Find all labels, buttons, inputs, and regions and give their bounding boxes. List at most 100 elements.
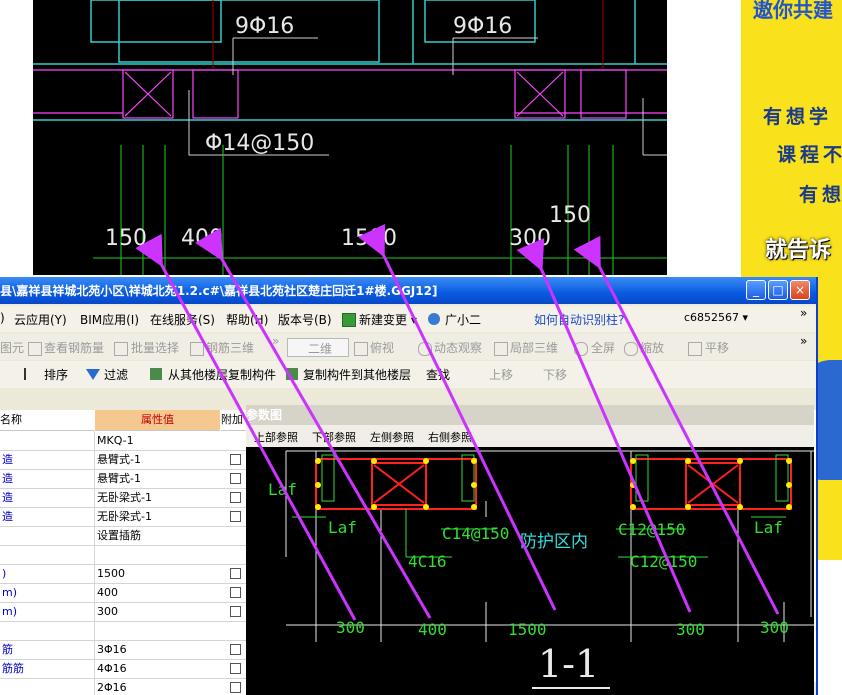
tab-left-reference[interactable]: 左侧参照 (370, 429, 414, 445)
property-row[interactable]: 筋 3Φ16 (0, 640, 247, 660)
property-row[interactable] (0, 621, 247, 641)
menu-item-guangxiaoer[interactable]: 广小二 (445, 311, 481, 328)
property-row[interactable]: 2Φ16 (0, 678, 247, 695)
menu-item-bim[interactable]: BIM应用(I) (80, 311, 139, 328)
tool-element[interactable]: 图元 (0, 339, 24, 356)
property-value[interactable]: 设置插筋 (97, 526, 219, 545)
guangxiaoer-icon (428, 313, 440, 325)
local-3d-icon (494, 342, 508, 356)
menu-item-online[interactable]: 在线服务(S) (150, 311, 215, 328)
column-divider (94, 583, 95, 602)
cad-drawing-area[interactable]: 9Φ16 9Φ16 Φ14@150 150 400 1500 300 150 (33, 0, 667, 275)
new-change-icon (342, 313, 356, 327)
property-value[interactable]: 400 (97, 583, 219, 602)
property-row[interactable]: m) 400 (0, 583, 247, 603)
toolbar1-overflow[interactable]: » (800, 334, 807, 348)
sort-icon (24, 368, 40, 380)
menu-item-new-change[interactable]: 新建变更 ▾ (359, 311, 417, 328)
property-value[interactable]: 2Φ16 (97, 678, 219, 695)
tool-view-rebar[interactable]: 查看钢筋量 (44, 339, 104, 356)
rebar-3d-icon (190, 342, 204, 356)
tool-filter[interactable]: 过滤 (104, 366, 128, 383)
property-row[interactable]: 造 无卧梁式-1 (0, 488, 247, 508)
property-value[interactable]: MKQ-1 (97, 431, 219, 450)
property-value[interactable]: 300 (97, 602, 219, 621)
tool-move-down[interactable]: 下移 (543, 366, 567, 383)
property-row[interactable] (0, 545, 247, 565)
property-row[interactable]: 设置插筋 (0, 526, 247, 546)
tool-local-3d[interactable]: 局部三维 (510, 339, 558, 356)
extra-checkbox[interactable] (230, 454, 241, 465)
property-row[interactable]: 造 悬臂式-1 (0, 450, 247, 470)
extra-checkbox[interactable] (230, 587, 241, 598)
tool-rebar-3d[interactable]: 钢筋三维 (206, 339, 254, 356)
tab-right-reference[interactable]: 右侧参照 (428, 429, 472, 445)
property-value[interactable]: 悬臂式-1 (97, 450, 219, 469)
property-row[interactable]: 造 无卧梁式-1 (0, 507, 247, 527)
label-laf-left: Laf (268, 480, 297, 499)
dim-300-right: 300 (760, 618, 789, 637)
tool-top-view[interactable]: 俯视 (370, 339, 394, 356)
tab-lower-reference[interactable]: 下部参照 (312, 429, 356, 445)
extra-checkbox[interactable] (230, 682, 241, 693)
tool-copy-to-floor[interactable]: 复制构件到其他楼层 (303, 366, 411, 383)
tool-pan[interactable]: 平移 (705, 339, 729, 356)
property-name (2, 431, 92, 450)
maximize-button[interactable]: □ (768, 280, 788, 300)
property-name (2, 621, 92, 640)
extra-checkbox[interactable] (230, 511, 241, 522)
property-value[interactable]: 悬臂式-1 (97, 469, 219, 488)
tool-zoom[interactable]: 缩放 (640, 339, 664, 356)
parameter-diagram[interactable]: Laf Laf Laf C14@150 C12@150 C12@150 4C16… (246, 447, 814, 695)
tool-fullscreen[interactable]: 全屏 (591, 339, 615, 356)
property-value[interactable] (97, 621, 219, 640)
property-value[interactable]: 4Φ16 (97, 659, 219, 678)
extra-checkbox[interactable] (230, 492, 241, 503)
section-title: 1-1 (538, 642, 599, 686)
toolbar1-overflow-left[interactable]: » (272, 334, 279, 348)
dim-300-mid: 300 (676, 620, 705, 639)
menu-item-version[interactable]: 版本号(B) (278, 311, 332, 328)
parameter-tabs: 上部参照 下部参照 左侧参照 右侧参照 (246, 425, 814, 447)
column-divider (94, 450, 95, 469)
tool-move-up[interactable]: 上移 (489, 366, 513, 383)
ad-line-5: 就告诉 (765, 237, 832, 263)
property-value[interactable]: 3Φ16 (97, 640, 219, 659)
property-row[interactable]: 筋筋 4Φ16 (0, 659, 247, 679)
tool-orbit[interactable]: 动态观察 (434, 339, 482, 356)
tool-sort[interactable]: 排序 (44, 366, 68, 383)
extra-checkbox[interactable] (230, 568, 241, 579)
property-value[interactable]: 1500 (97, 564, 219, 583)
property-value[interactable]: 无卧梁式-1 (97, 507, 219, 526)
menu-item-cloud[interactable]: 云应用(Y) (14, 311, 67, 328)
view-mode-select[interactable]: 二维 (287, 338, 349, 357)
property-row[interactable]: ) 1500 (0, 564, 247, 584)
tab-upper-reference[interactable]: 上部参照 (254, 429, 298, 445)
tool-batch-select[interactable]: 批量选择 (131, 339, 179, 356)
extra-checkbox[interactable] (230, 473, 241, 484)
cad-label-phi14: Φ14@150 (205, 131, 314, 156)
close-button[interactable]: × (790, 280, 810, 300)
property-value[interactable]: 无卧梁式-1 (97, 488, 219, 507)
label-c14: C14@150 (442, 524, 509, 543)
property-row[interactable]: 造 悬臂式-1 (0, 469, 247, 489)
user-dropdown[interactable]: c6852567 ▾ (684, 311, 748, 324)
title-bar[interactable]: 县\嘉祥县祥城北苑小区\祥城北苑1.2.c#\嘉祥县北苑社区楚庄回迁1#楼.GG… (0, 277, 816, 304)
property-value[interactable] (97, 545, 219, 564)
cad-label-9phi16-left: 9Φ16 (235, 14, 294, 39)
extra-checkbox[interactable] (230, 663, 241, 674)
extra-checkbox[interactable] (230, 644, 241, 655)
minimize-button[interactable]: _ (746, 280, 766, 300)
help-link[interactable]: 如何自动识别柱? (534, 311, 624, 328)
tool-copy-from-floor[interactable]: 从其他楼层复制构件 (168, 366, 276, 383)
extra-checkbox[interactable] (230, 606, 241, 617)
column-divider (94, 431, 95, 450)
menu-item-prev[interactable]: ) (0, 311, 5, 325)
tool-find[interactable]: 查找 (426, 366, 450, 383)
menu-item-help[interactable]: 帮助(H) (226, 311, 268, 328)
property-name: 筋筋 (2, 662, 24, 675)
menu-overflow[interactable]: » (800, 306, 807, 320)
parameter-window-title[interactable]: 参数图 (246, 405, 814, 425)
property-row[interactable]: m) 300 (0, 602, 247, 622)
property-row[interactable]: MKQ-1 (0, 431, 247, 451)
